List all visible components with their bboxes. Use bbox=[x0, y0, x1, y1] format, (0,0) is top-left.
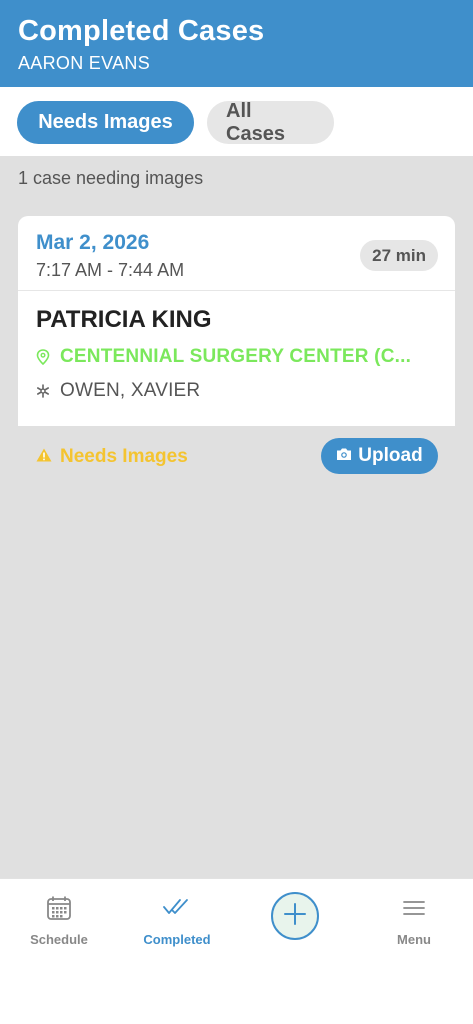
filter-all-cases-button[interactable]: All Cases bbox=[207, 100, 334, 145]
tab-menu[interactable]: Menu bbox=[355, 895, 473, 947]
page-title: Completed Cases bbox=[18, 15, 265, 47]
tab-schedule-label: Schedule bbox=[30, 932, 88, 947]
warning-icon bbox=[36, 448, 52, 467]
upload-label: Upload bbox=[358, 445, 423, 466]
map-pin-icon bbox=[36, 346, 58, 368]
case-count-text: 1 case needing images bbox=[18, 168, 204, 188]
case-card[interactable]: Mar 2, 2026 7:17 AM - 7:44 AM 27 min PAT… bbox=[18, 216, 455, 426]
add-case-button[interactable] bbox=[271, 892, 319, 940]
doctor-name: OWEN, XAVIER bbox=[60, 380, 201, 401]
plus-icon bbox=[282, 901, 308, 932]
case-card-header: Mar 2, 2026 7:17 AM - 7:44 AM 27 min bbox=[18, 216, 455, 291]
header: Completed Cases AARON EVANS bbox=[0, 0, 473, 87]
facility-row: CENTENNIAL SURGERY CENTER (C... bbox=[36, 345, 437, 369]
filter-needs-images-button[interactable]: Needs Images bbox=[17, 101, 194, 144]
tab-menu-label: Menu bbox=[397, 932, 431, 947]
case-list: 1 case needing images Mar 2, 2026 7:17 A… bbox=[0, 156, 473, 878]
filter-bar: Needs Images All Cases bbox=[0, 87, 473, 156]
tab-schedule[interactable]: Schedule bbox=[0, 895, 118, 947]
camera-icon bbox=[336, 445, 352, 467]
staff-icon bbox=[36, 380, 58, 402]
needs-images-status: Needs Images bbox=[36, 446, 188, 468]
facility-name: CENTENNIAL SURGERY CENTER (C... bbox=[60, 346, 412, 367]
case-status-row: Needs Images Upload bbox=[18, 438, 455, 474]
case-duration-badge: 27 min bbox=[360, 240, 438, 271]
upload-button[interactable]: Upload bbox=[321, 438, 438, 474]
calendar-icon bbox=[46, 895, 72, 926]
tab-completed[interactable]: Completed bbox=[118, 895, 236, 947]
tab-completed-label: Completed bbox=[143, 932, 211, 947]
patient-name: PATRICIA KING bbox=[36, 306, 212, 333]
user-name: AARON EVANS bbox=[18, 53, 150, 73]
bottom-tab-bar: Schedule Completed Menu bbox=[0, 878, 473, 1024]
hamburger-icon bbox=[401, 895, 427, 926]
doctor-row: OWEN, XAVIER bbox=[36, 379, 437, 403]
case-card-body: PATRICIA KING CENTENNIAL SURGERY CENTER … bbox=[18, 291, 455, 403]
double-check-icon bbox=[163, 895, 191, 926]
needs-images-label: Needs Images bbox=[60, 446, 188, 467]
